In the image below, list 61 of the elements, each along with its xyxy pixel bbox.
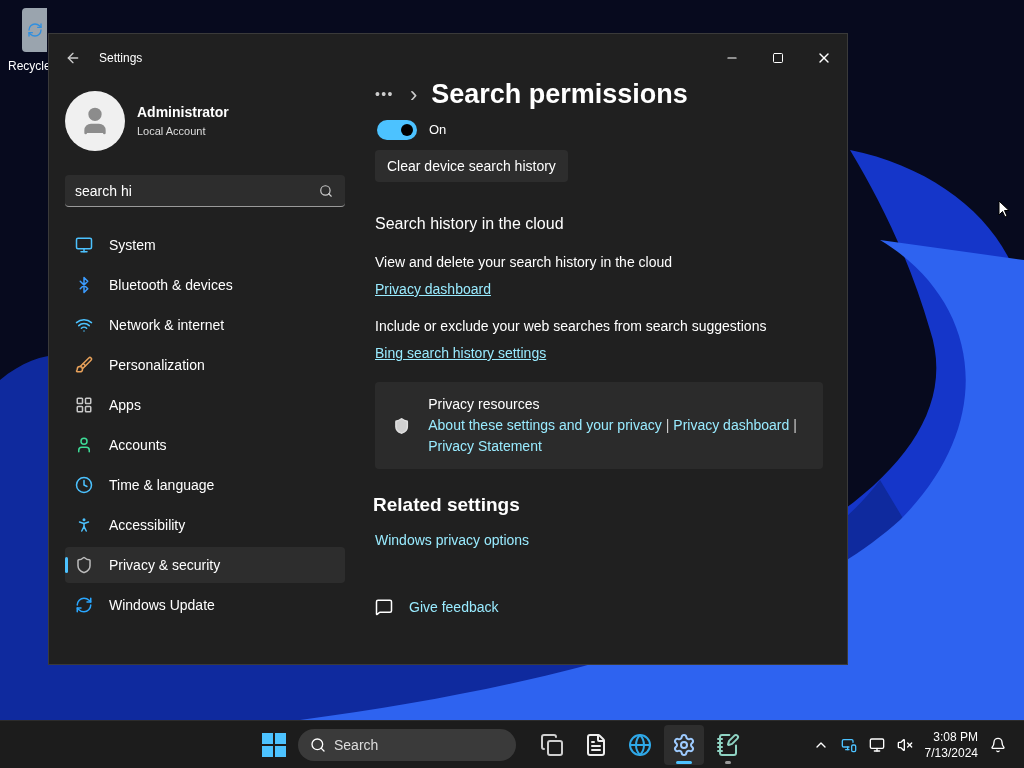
nav-icon <box>75 236 93 254</box>
link[interactable]: Windows privacy options <box>375 529 847 551</box>
feedback-icon <box>375 598 393 616</box>
nav-item[interactable]: Privacy & security <box>65 547 345 583</box>
card-title: Privacy resources <box>428 395 541 414</box>
link[interactable]: Privacy dashboard <box>375 279 491 300</box>
muted-speaker-icon[interactable] <box>896 736 913 753</box>
gear-icon <box>672 732 696 757</box>
browser-icon <box>628 732 652 757</box>
breadcrumb-separator: › <box>409 80 418 109</box>
nav-item[interactable]: Time & language <box>65 467 345 503</box>
search-icon <box>319 184 333 198</box>
section-heading: Related settings <box>373 493 521 517</box>
page-title: Search permissions <box>431 77 688 111</box>
nav-item[interactable]: Windows Update <box>65 587 345 623</box>
nav-icon <box>75 476 93 494</box>
account-name: Administrator <box>137 103 229 123</box>
search-field[interactable]: search hi <box>65 175 345 207</box>
nav-item[interactable]: Network & internet <box>65 307 345 343</box>
clock-date[interactable]: 7/13/2024 <box>924 744 978 761</box>
breadcrumb-ellipsis[interactable]: ••• <box>375 83 394 105</box>
link[interactable]: Privacy Statement <box>428 436 542 457</box>
nav-item[interactable]: Apps <box>65 387 345 423</box>
bell-icon[interactable] <box>990 736 1006 753</box>
windows-icon <box>540 732 564 757</box>
nav-icon <box>75 316 93 334</box>
section-heading: Search history in the cloud <box>375 214 565 234</box>
nav-item[interactable]: Accessibility <box>65 507 345 543</box>
nav-item[interactable]: Bluetooth & devices <box>65 267 345 303</box>
document-icon <box>584 732 608 757</box>
mouse-cursor-icon <box>998 200 1010 218</box>
link-separator: | <box>665 416 670 435</box>
link[interactable]: Bing search history settings <box>375 343 547 364</box>
link[interactable]: Privacy dashboard <box>673 415 790 436</box>
notepad-icon <box>716 732 740 757</box>
clear-history-button[interactable]: Clear device search history <box>375 150 568 182</box>
clock-time[interactable]: 3:08 PM <box>933 728 978 745</box>
account-type: Local Account <box>137 124 207 140</box>
nav-item[interactable]: Personalization <box>65 347 345 383</box>
toggle-switch[interactable] <box>377 120 417 140</box>
link-separator: | <box>793 416 797 435</box>
nav-icon <box>75 436 93 454</box>
taskbar-search-field[interactable]: Search <box>298 728 516 761</box>
nav-icon <box>75 556 93 574</box>
back-icon[interactable] <box>65 50 81 66</box>
avatar <box>65 91 125 151</box>
link[interactable]: About these settings and your privacy <box>428 415 662 436</box>
toggle-label: On <box>429 121 447 140</box>
description-text: Include or exclude your web searches from search suggestions <box>375 317 767 336</box>
devices-icon[interactable] <box>840 736 857 753</box>
taskbar-app-button[interactable] <box>664 724 704 765</box>
nav-item[interactable]: Accounts <box>65 427 345 463</box>
description-text: View and delete your search history in the cloud <box>375 253 673 272</box>
nav-item[interactable]: System <box>65 227 345 263</box>
window-title: Settings <box>99 50 143 67</box>
search-icon <box>310 736 326 753</box>
nav-icon <box>75 596 93 614</box>
feedback-link[interactable]: Give feedback <box>409 596 499 618</box>
nav-icon <box>75 396 93 414</box>
nav-icon <box>75 356 93 374</box>
maximize-icon <box>772 52 784 64</box>
